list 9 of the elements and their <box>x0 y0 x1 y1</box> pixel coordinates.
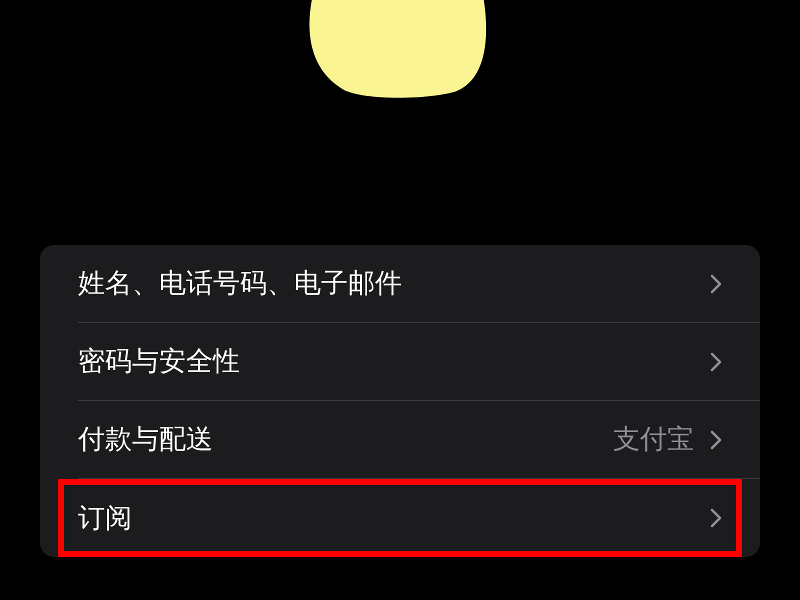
chevron-icon <box>710 508 722 528</box>
row-value: 支付宝 <box>613 423 694 456</box>
row-label[interactable]: 订阅 <box>78 498 710 538</box>
chevron-icon <box>710 430 722 450</box>
chevron-icon <box>710 274 722 294</box>
row-label[interactable]: 付款与配送 <box>78 419 613 460</box>
row-label[interactable]: 姓名、电话号码、电子邮件 <box>78 263 710 304</box>
chevron-icon <box>710 352 722 372</box>
row-label[interactable]: 密码与安全性 <box>78 341 710 382</box>
